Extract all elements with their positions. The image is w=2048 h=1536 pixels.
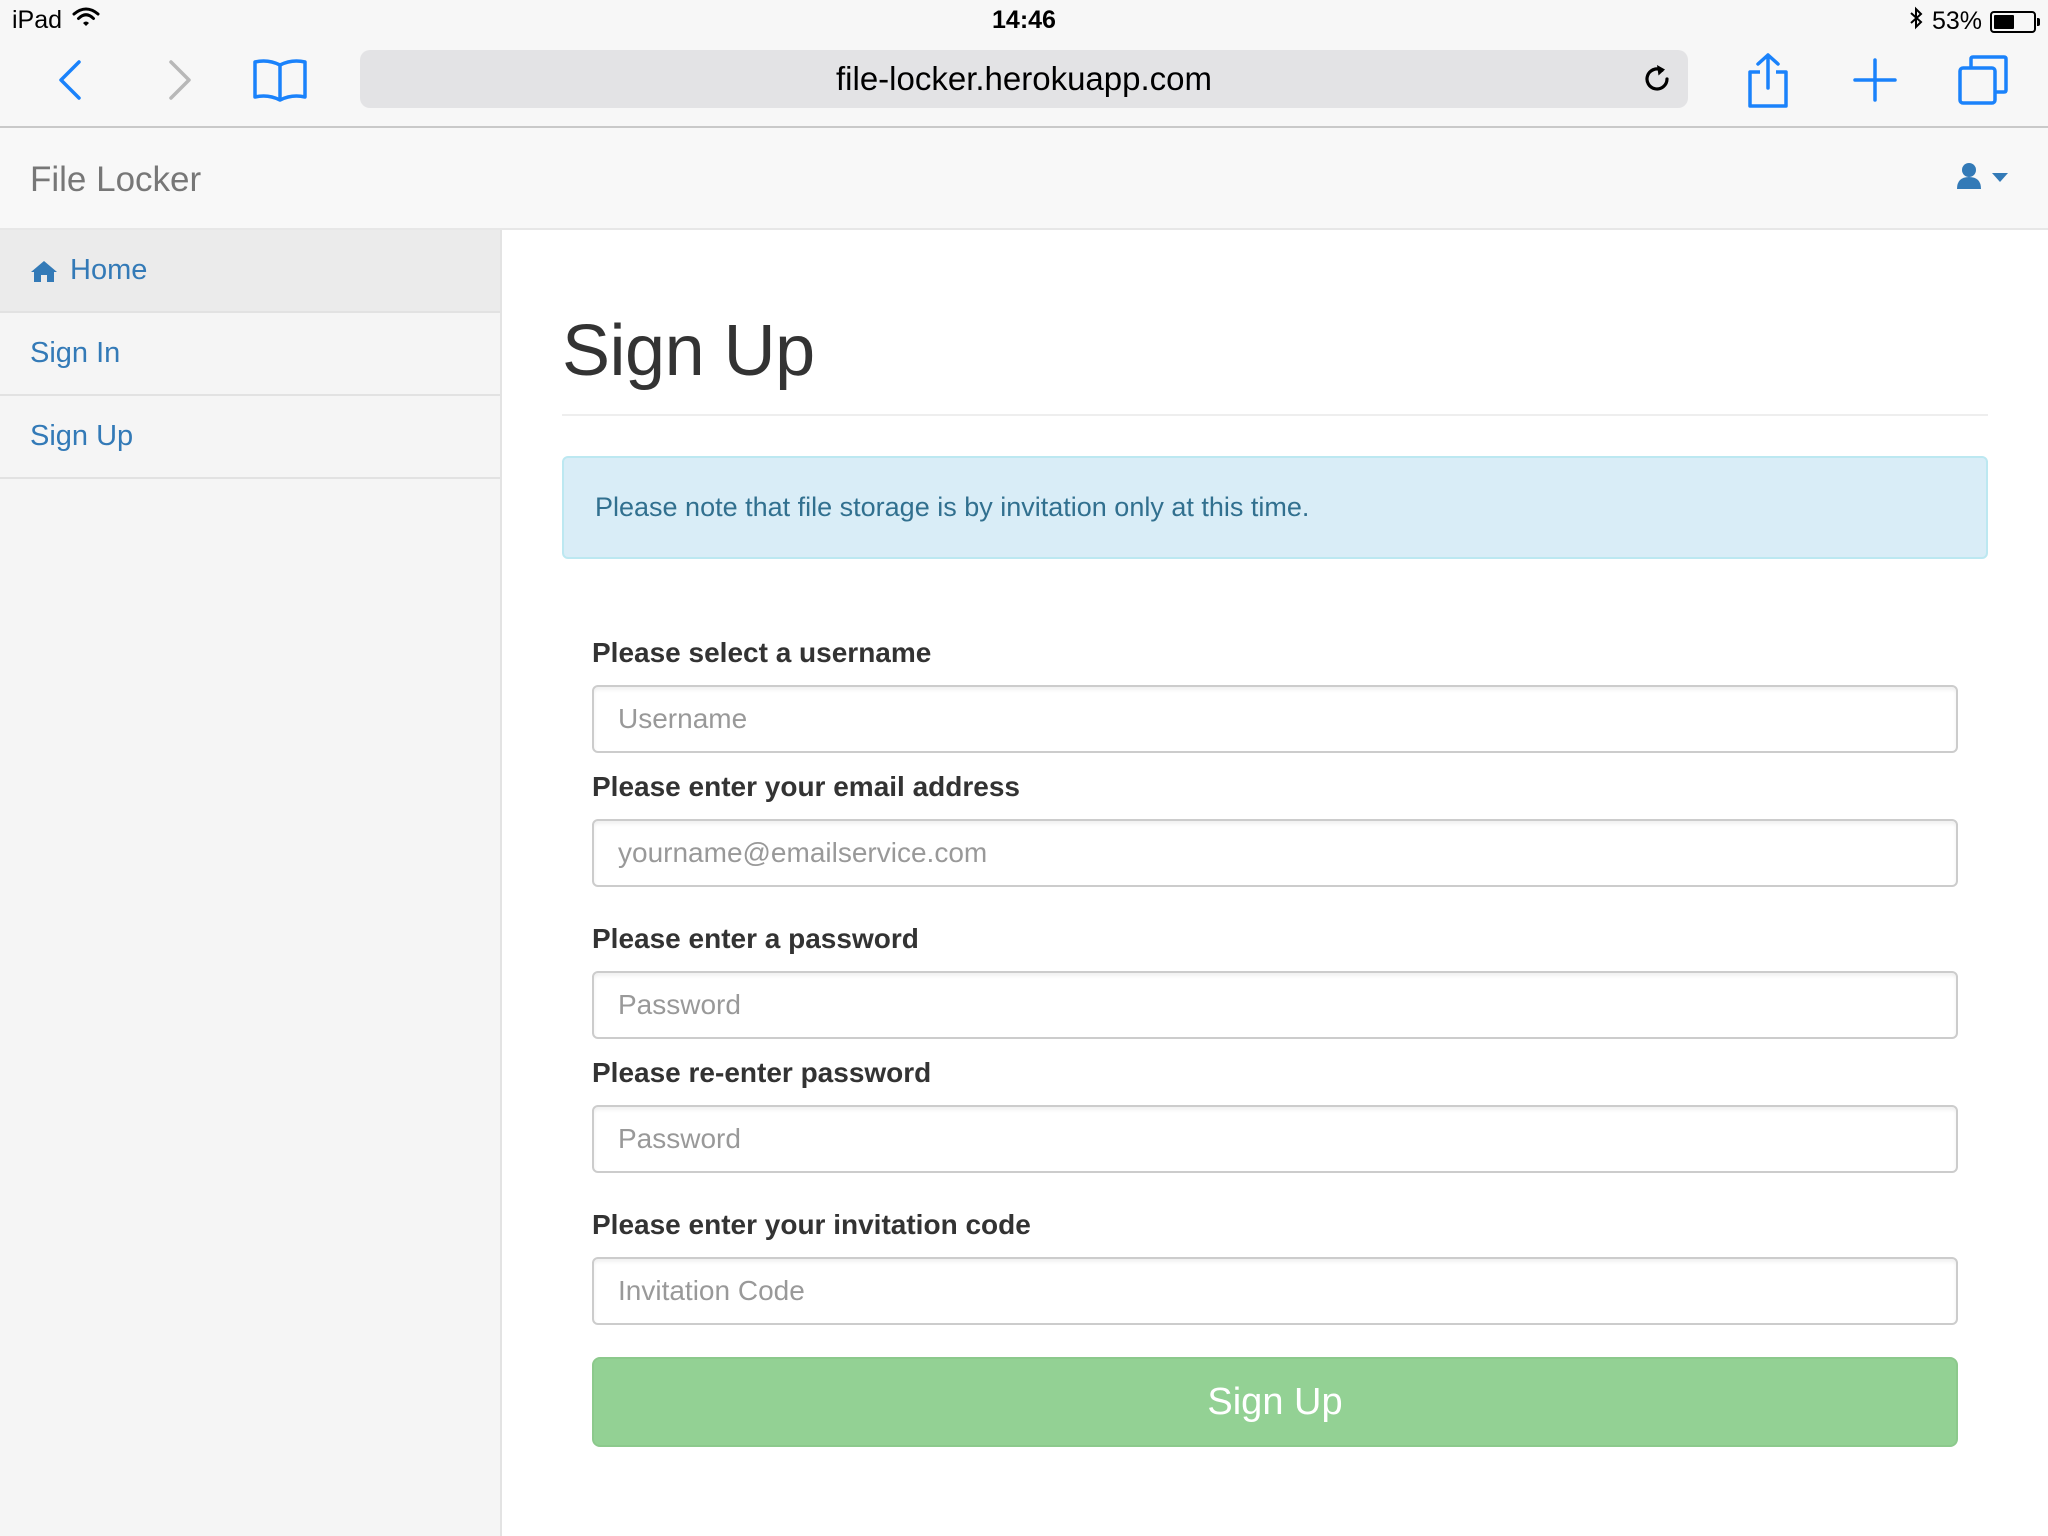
confirm-password-input[interactable] bbox=[592, 1105, 1958, 1173]
address-bar[interactable]: file-locker.herokuapp.com bbox=[360, 50, 1688, 108]
status-bar: iPad 14:46 53% bbox=[0, 0, 2048, 40]
email-label: Please enter your email address bbox=[592, 771, 1020, 802]
sidebar-item-label: Sign Up bbox=[30, 420, 134, 452]
bluetooth-icon bbox=[1908, 6, 1924, 37]
app-navbar: File Locker bbox=[0, 128, 2048, 230]
battery-level bbox=[1994, 14, 2015, 29]
main-content: Sign Up Please note that file storage is… bbox=[562, 230, 1988, 1447]
email-input[interactable] bbox=[592, 819, 1958, 887]
sidebar-item-label: Home bbox=[70, 254, 148, 286]
username-label: Please select a username bbox=[592, 637, 932, 668]
invitation-code-label: Please enter your invitation code bbox=[592, 1209, 1031, 1240]
bookmarks-icon[interactable] bbox=[250, 52, 310, 108]
tabs-icon[interactable] bbox=[1956, 52, 2010, 108]
browser-toolbar: file-locker.herokuapp.com bbox=[0, 40, 2048, 128]
user-menu-toggle[interactable] bbox=[1956, 162, 2008, 195]
sign-up-button[interactable]: Sign Up bbox=[592, 1357, 1958, 1447]
forward-icon[interactable] bbox=[160, 52, 200, 108]
signup-form: Please select a username Please enter yo… bbox=[562, 637, 1988, 1447]
username-input[interactable] bbox=[592, 685, 1958, 753]
sidebar: Home Sign In Sign Up bbox=[0, 230, 502, 1536]
caret-down-icon bbox=[1992, 170, 2008, 188]
info-alert: Please note that file storage is by invi… bbox=[562, 456, 1988, 559]
sidebar-item-sign-in[interactable]: Sign In bbox=[0, 313, 500, 396]
sidebar-item-home[interactable]: Home bbox=[0, 230, 500, 313]
home-icon bbox=[30, 259, 58, 283]
battery-icon bbox=[1990, 10, 2040, 33]
clock: 14:46 bbox=[992, 6, 1056, 34]
sidebar-item-label: Sign In bbox=[30, 337, 121, 369]
password-label: Please enter a password bbox=[592, 923, 919, 954]
brand-link[interactable]: File Locker bbox=[30, 160, 201, 200]
new-tab-icon[interactable] bbox=[1850, 52, 1900, 108]
url-text: file-locker.herokuapp.com bbox=[835, 60, 1213, 97]
share-icon[interactable] bbox=[1744, 52, 1792, 108]
invitation-code-input[interactable] bbox=[592, 1257, 1958, 1325]
password-input[interactable] bbox=[592, 971, 1958, 1039]
sidebar-item-sign-up[interactable]: Sign Up bbox=[0, 396, 500, 479]
reload-icon[interactable] bbox=[1640, 62, 1674, 96]
confirm-password-label: Please re-enter password bbox=[592, 1057, 932, 1088]
user-icon bbox=[1956, 162, 1982, 195]
back-icon[interactable] bbox=[50, 52, 90, 108]
divider bbox=[562, 414, 1988, 416]
page-title: Sign Up bbox=[562, 311, 815, 391]
battery-percent: 53% bbox=[1931, 7, 1982, 35]
